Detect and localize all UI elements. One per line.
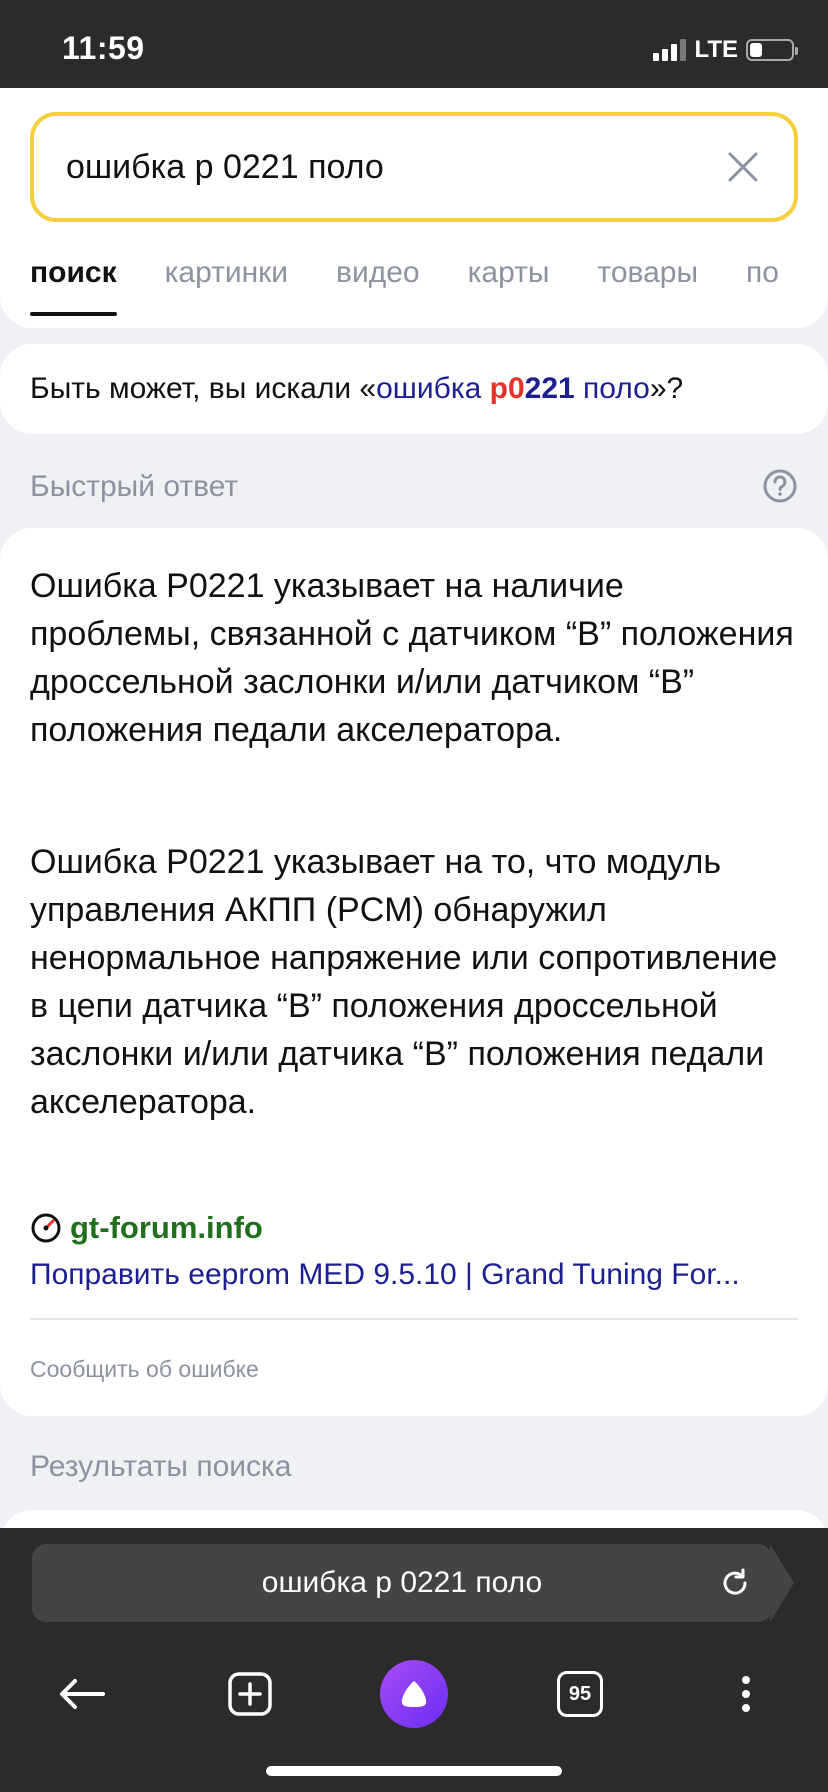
close-icon[interactable] [726, 150, 760, 184]
tab-more[interactable]: по [746, 256, 779, 316]
back-button[interactable] [52, 1664, 112, 1724]
suggestion-word-2: поло [574, 372, 650, 405]
report-error-link[interactable]: Сообщить об ошибке [30, 1356, 259, 1383]
address-text: ошибка р 0221 поло [261, 1566, 543, 1599]
suggestion-corrected: р0 [489, 372, 525, 405]
address-bar-arrow [770, 1544, 794, 1622]
quick-answer-card: Ошибка P0221 указывает на наличие пробле… [0, 528, 828, 1416]
tabs-count: 95 [557, 1671, 603, 1717]
plus-square-icon [228, 1672, 272, 1716]
arrow-left-icon [60, 1679, 105, 1709]
source-row[interactable]: gt-forum.info [30, 1210, 263, 1246]
suggestion-prefix: Быть может, вы искали « [30, 372, 377, 405]
suggestion-code: 221 [524, 372, 575, 405]
reload-icon[interactable] [718, 1566, 752, 1600]
suggestion-link[interactable]: ошибка р0221 поло [376, 372, 650, 405]
speedometer-icon [31, 1213, 61, 1243]
suggestion-suffix: »? [649, 372, 684, 405]
suggestion-text: Быть может, вы искали «ошибка р0221 поло… [30, 372, 683, 406]
search-header: ошибка р 0221 поло поиск картинки видео … [0, 88, 828, 328]
answer-paragraph: Ошибка P0221 указывает на наличие пробле… [30, 567, 794, 749]
battery-icon [746, 39, 798, 61]
search-query: ошибка р 0221 поло [66, 148, 384, 186]
more-vertical-icon [742, 1676, 750, 1712]
tab-search[interactable]: поиск [30, 256, 117, 316]
search-tabs: поиск картинки видео карты товары по [30, 256, 779, 316]
quick-answer-heading: Быстрый ответ [30, 470, 239, 503]
results-heading: Результаты поиска [30, 1450, 292, 1483]
help-icon[interactable] [762, 468, 798, 504]
tab-video[interactable]: видео [336, 256, 420, 316]
tab-maps[interactable]: карты [468, 256, 550, 316]
signal-icon [653, 39, 687, 61]
spelling-suggestion: Быть может, вы искали «ошибка р0221 поло… [0, 344, 828, 434]
status-time: 11:59 [62, 30, 145, 66]
status-indicators: LTE [653, 36, 798, 64]
answer-paragraph: Ошибка P0221 указывает на то, что модуль… [30, 843, 778, 1121]
tab-images[interactable]: картинки [165, 256, 288, 316]
tabs-button[interactable]: 95 [550, 1664, 610, 1724]
status-bar: 11:59 LTE [0, 0, 828, 88]
source-title-link[interactable]: Поправить eeprom MED 9.5.10 | Grand Tuni… [30, 1258, 800, 1292]
search-input[interactable]: ошибка р 0221 поло [30, 112, 798, 222]
nav-row: 95 [0, 1650, 828, 1750]
address-bar[interactable]: ошибка р 0221 поло [32, 1544, 772, 1622]
network-label: LTE [694, 36, 738, 63]
alice-assistant-button[interactable] [380, 1660, 448, 1728]
menu-button[interactable] [716, 1664, 776, 1724]
suggestion-word: ошибка [376, 372, 490, 405]
alice-icon [401, 1681, 427, 1707]
browser-toolbar: ошибка р 0221 поло 95 [0, 1528, 828, 1792]
tab-products[interactable]: товары [597, 256, 698, 316]
new-tab-button[interactable] [220, 1664, 280, 1724]
source-domain[interactable]: gt-forum.info [70, 1210, 263, 1246]
home-indicator [266, 1766, 562, 1776]
divider [30, 1318, 798, 1320]
